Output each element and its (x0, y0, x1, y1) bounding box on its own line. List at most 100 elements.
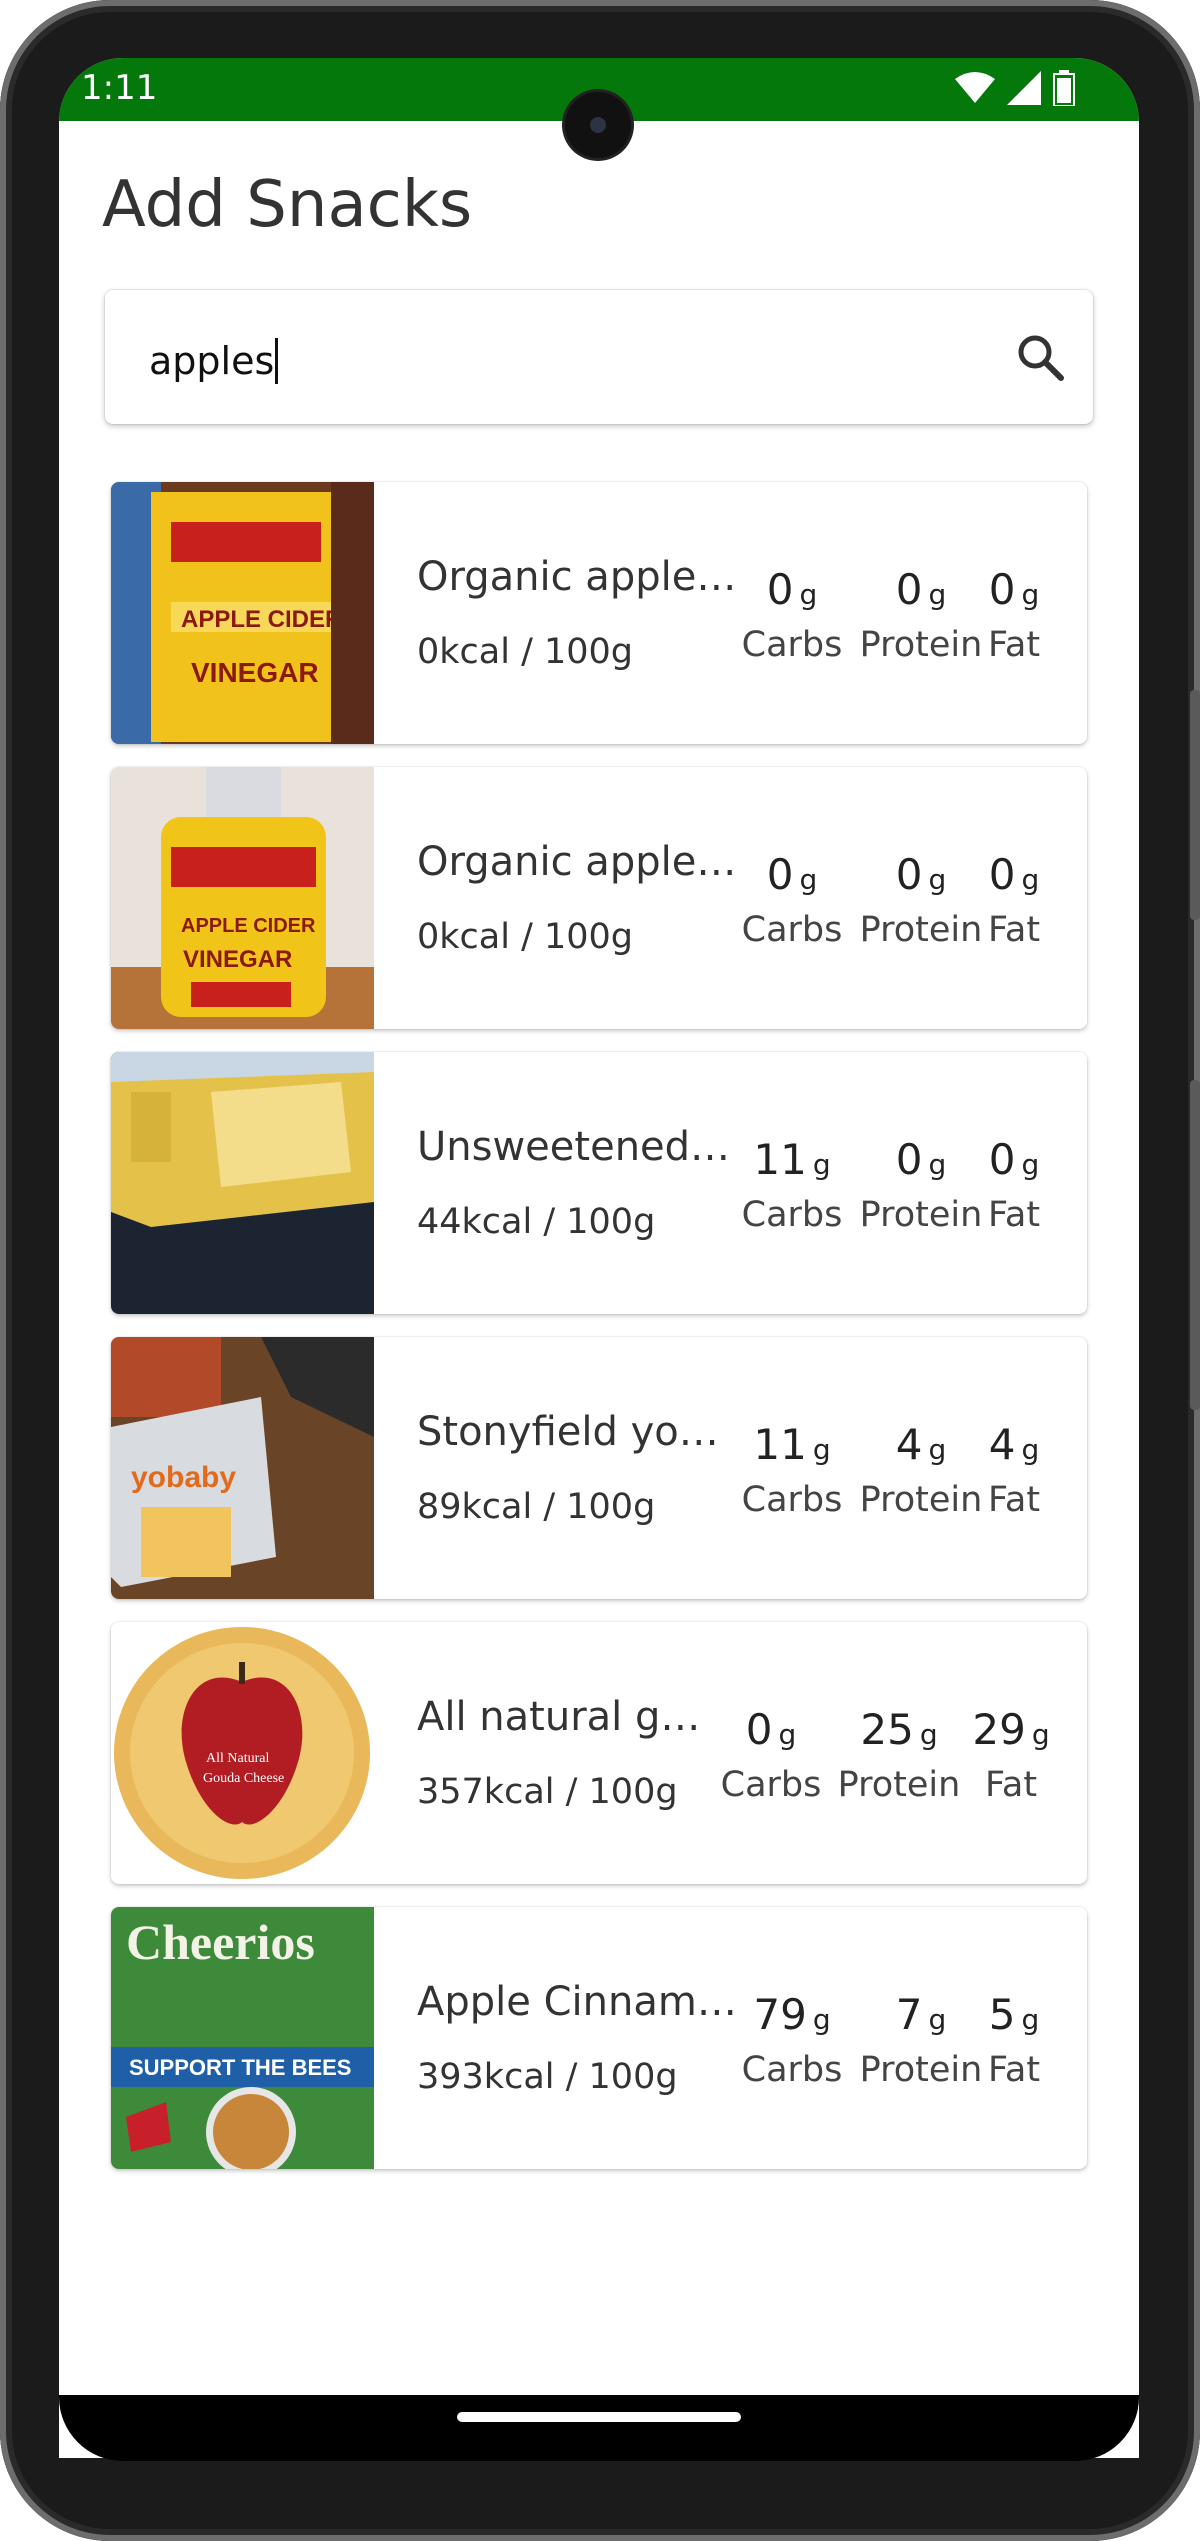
snack-calories: 44kcal / 100g (417, 1202, 656, 1242)
snack-card[interactable]: APPLE CIDER VINEGAR Organic apple c... 0… (111, 767, 1087, 1029)
unit-label: g (799, 578, 818, 611)
snack-name: Apple Cinnamo... (417, 1979, 737, 2025)
macro-fat: 0g Fat (959, 850, 1069, 951)
front-camera (565, 92, 631, 158)
macro-fat: 29 g Fat (951, 1705, 1071, 1806)
unit-label: g (1021, 863, 1040, 896)
fat-label: Fat (987, 625, 1041, 665)
svg-text:Gouda Cheese: Gouda Cheese (203, 1771, 284, 1786)
snack-image: APPLE CIDER VINEGAR (111, 767, 374, 1029)
battery-icon (1053, 70, 1075, 106)
fat-label: Fat (987, 910, 1041, 950)
carbs-value: 79 (753, 1990, 807, 2039)
phone-frame: 1:11 Add Snacks apples APPLE CIDER VINEG… (0, 0, 1200, 2541)
svg-text:VINEGAR: VINEGAR (183, 946, 292, 973)
unit-label: g (928, 1433, 947, 1466)
fat-label: Fat (987, 1480, 1041, 1520)
carbs-value: 0 (766, 565, 794, 614)
protein-value: 4 (895, 1420, 923, 1469)
carbs-label: Carbs (741, 2050, 843, 2090)
svg-text:All Natural: All Natural (206, 1751, 269, 1766)
fat-label: Fat (987, 1195, 1041, 1235)
home-gesture-handle[interactable] (457, 2412, 741, 2422)
macro-protein: 25 g Protein (829, 1705, 969, 1806)
search-input[interactable]: apples (105, 290, 1093, 424)
fat-value: 29 (972, 1705, 1026, 1754)
unit-label: g (1021, 578, 1040, 611)
snack-calories: 89kcal / 100g (417, 1487, 656, 1527)
unit-label: g (1031, 1718, 1050, 1751)
snack-image: APPLE CIDER VINEGAR (111, 482, 374, 744)
snack-image: Cheerios SUPPORT THE BEES (111, 1907, 374, 2169)
carbs-label: Carbs (741, 1480, 843, 1520)
snack-calories: 0kcal / 100g (417, 917, 634, 957)
unit-label: g (919, 1718, 938, 1751)
snack-card[interactable]: Cheerios SUPPORT THE BEES Apple Cinnamo.… (111, 1907, 1087, 2169)
snack-name: Stonyfield yoba... (417, 1409, 737, 1455)
fat-value: 0 (988, 565, 1016, 614)
wifi-icon (955, 72, 995, 103)
macro-fat: 5g Fat (959, 1990, 1069, 2091)
carbs-label: Carbs (741, 625, 843, 665)
protein-value: 25 (860, 1705, 914, 1754)
snack-image: yobaby (111, 1337, 374, 1599)
snack-calories: 0kcal / 100g (417, 632, 634, 672)
svg-text:SUPPORT THE BEES: SUPPORT THE BEES (129, 2055, 351, 2080)
snack-list: APPLE CIDER VINEGAR Organic apple c... 0… (111, 482, 1087, 2192)
carbs-value: 0 (745, 1705, 773, 1754)
macro-carbs: 11 g Carbs (722, 1421, 862, 1521)
snack-image (111, 1052, 374, 1314)
fat-value: 5 (988, 1990, 1016, 2039)
macro-carbs: 0g Carbs (722, 565, 862, 666)
search-input-text[interactable]: apples (149, 338, 279, 384)
unit-label: g (778, 1718, 797, 1751)
unit-label: g (1021, 1148, 1040, 1181)
protein-label: Protein (837, 1765, 961, 1805)
fat-value: 0 (988, 850, 1016, 899)
unit-label: g (1021, 2003, 1040, 2036)
fat-label: Fat (984, 1765, 1038, 1805)
unit-label: g (799, 863, 818, 896)
macro-carbs: 0g Carbs (722, 850, 862, 951)
fat-value: 4 (988, 1420, 1016, 1469)
carbs-label: Carbs (720, 1765, 822, 1805)
protein-value: 0 (895, 1135, 923, 1184)
svg-text:Cheerios: Cheerios (126, 1914, 315, 1970)
power-button (1190, 690, 1200, 920)
snack-name: All natural go... (417, 1694, 707, 1740)
snack-card[interactable]: All Natural Gouda Cheese All natural go.… (111, 1622, 1087, 1884)
svg-text:yobaby: yobaby (131, 1461, 236, 1494)
protein-value: 0 (895, 850, 923, 899)
status-time: 1:11 (81, 68, 158, 108)
fat-label: Fat (987, 2050, 1041, 2090)
macro-fat: 4g Fat (959, 1420, 1069, 1521)
search-icon[interactable] (1015, 332, 1065, 382)
text-cursor (275, 338, 279, 384)
svg-text:VINEGAR: VINEGAR (191, 657, 319, 688)
macro-carbs: 11 g Carbs (722, 1136, 862, 1236)
volume-button (1190, 1080, 1200, 1410)
carbs-label: Carbs (741, 910, 843, 950)
unit-label: g (812, 1148, 831, 1181)
signal-icon (1007, 71, 1041, 105)
snack-calories: 357kcal / 100g (417, 1772, 678, 1812)
fat-value: 0 (988, 1135, 1016, 1184)
snack-card[interactable]: Unsweetened a... 44kcal / 100g 11 g Carbs… (111, 1052, 1087, 1314)
svg-text:APPLE CIDER: APPLE CIDER (181, 915, 316, 937)
unit-label: g (928, 2003, 947, 2036)
snack-card[interactable]: yobaby Stonyfield yoba... 89kcal / 100g … (111, 1337, 1087, 1599)
unit-label: g (812, 1433, 831, 1466)
carbs-label: Carbs (741, 1195, 843, 1235)
protein-value: 0 (895, 565, 923, 614)
page-title: Add Snacks (102, 168, 473, 242)
status-icons (955, 70, 1075, 106)
snack-image: All Natural Gouda Cheese (111, 1622, 374, 1884)
snack-name: Organic apple c... (417, 554, 737, 600)
snack-name: Unsweetened a... (417, 1124, 737, 1170)
macro-fat: 0g Fat (959, 1135, 1069, 1236)
snack-name: Organic apple c... (417, 839, 737, 885)
carbs-value: 0 (766, 850, 794, 899)
macro-fat: 0g Fat (959, 565, 1069, 666)
unit-label: g (928, 863, 947, 896)
snack-card[interactable]: APPLE CIDER VINEGAR Organic apple c... 0… (111, 482, 1087, 744)
